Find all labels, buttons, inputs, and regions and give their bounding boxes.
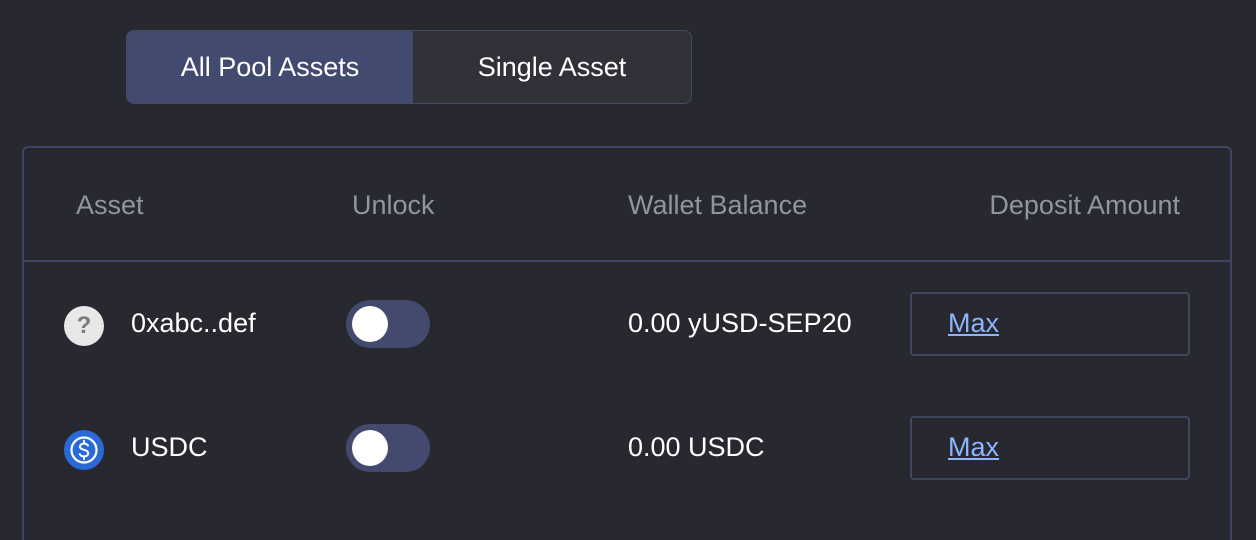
wallet-balance: 0.00 USDC xyxy=(628,432,765,462)
tab-all-pool-assets[interactable]: All Pool Assets xyxy=(127,31,413,103)
max-button[interactable]: Max xyxy=(948,432,999,463)
asset-name: 0xabc..def xyxy=(131,308,256,338)
deposit-amount-input[interactable]: Max xyxy=(910,416,1190,480)
table-header: Asset Unlock Wallet Balance Deposit Amou… xyxy=(24,148,1230,262)
header-wallet-balance: Wallet Balance xyxy=(628,190,808,220)
table-row: ? 0xabc..def 0.00 yUSD-SEP20 Max xyxy=(24,286,1230,366)
usdc-icon-graphic xyxy=(65,431,103,469)
toggle-knob xyxy=(352,430,388,466)
add-liquidity-panel: All Pool Assets Single Asset Asset Unloc… xyxy=(0,0,1256,540)
header-unlock: Unlock xyxy=(352,190,435,220)
usdc-icon xyxy=(64,430,104,470)
asset-table: Asset Unlock Wallet Balance Deposit Amou… xyxy=(22,146,1232,540)
header-deposit-amount: Deposit Amount xyxy=(989,190,1180,220)
deposit-amount-input[interactable]: Max xyxy=(910,292,1190,356)
unknown-token-icon: ? xyxy=(64,306,104,346)
wallet-balance: 0.00 yUSD-SEP20 xyxy=(628,308,852,338)
table-row: USDC 0.00 USDC Max xyxy=(24,410,1230,490)
asset-name: USDC xyxy=(131,432,208,462)
max-button[interactable]: Max xyxy=(948,308,999,339)
unlock-toggle[interactable] xyxy=(346,424,430,472)
unlock-toggle[interactable] xyxy=(346,300,430,348)
toggle-knob xyxy=(352,306,388,342)
pool-mode-tabs: All Pool Assets Single Asset xyxy=(126,30,692,104)
tab-single-asset[interactable]: Single Asset xyxy=(413,31,691,103)
header-asset: Asset xyxy=(76,190,144,220)
